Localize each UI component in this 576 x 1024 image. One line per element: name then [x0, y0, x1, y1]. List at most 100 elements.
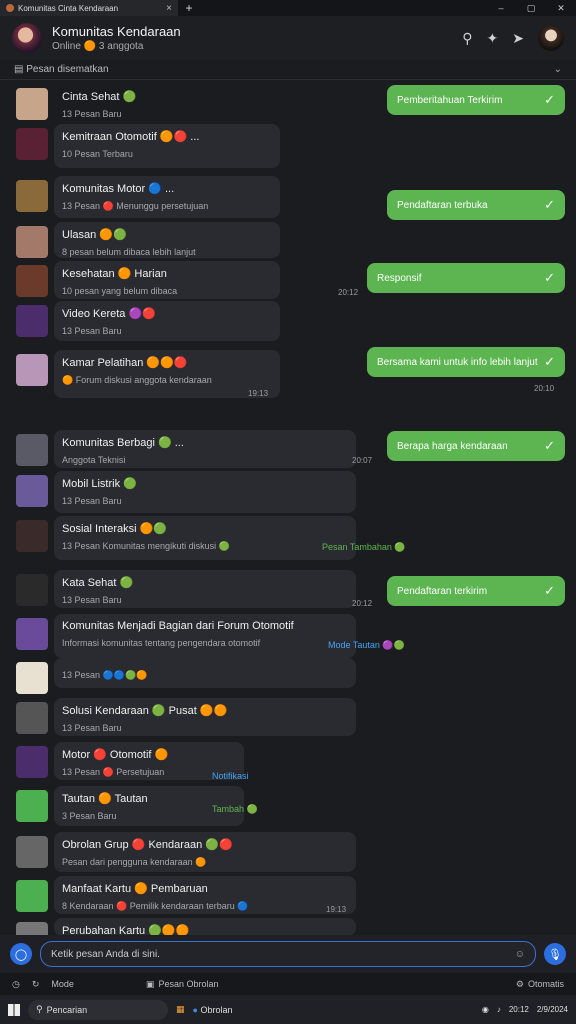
incoming-message[interactable]: Komunitas Menjadi Bagian dari Forum Otom…: [54, 614, 356, 658]
attach-button[interactable]: ◯: [10, 943, 32, 965]
apps-icon[interactable]: ▦: [176, 1004, 185, 1015]
browser-tab[interactable]: Komunitas Cinta Kendaraan ×: [0, 0, 178, 16]
outgoing-message[interactable]: Pendaftaran terkirim ✓: [387, 576, 565, 606]
sender-avatar[interactable]: [16, 702, 48, 734]
outgoing-message[interactable]: Responsif ✓: [367, 263, 565, 293]
windows-start-icon[interactable]: [8, 1003, 20, 1016]
message-preview: 13 Pesan 🔵🔵🟢🟠: [62, 670, 148, 680]
search-icon[interactable]: ⚲: [462, 30, 472, 47]
emoji-icon[interactable]: ☺: [515, 949, 525, 960]
mic-button[interactable]: 🎙: [544, 943, 566, 965]
sender-avatar[interactable]: [16, 746, 48, 778]
tab-title: Komunitas Cinta Kendaraan: [18, 3, 119, 13]
sender-avatar[interactable]: [16, 618, 48, 650]
toolbar-mode[interactable]: Mode: [51, 979, 74, 989]
taskbar-search[interactable]: ⚲ Pencarian: [28, 999, 168, 1020]
incoming-message[interactable]: Kamar Pelatihan 🟠🟠🔴 🟠 Forum diskusi anggo…: [54, 350, 280, 398]
minimize-button[interactable]: –: [486, 3, 516, 14]
message-preview: Pesan dari pengguna kendaraan 🟠: [62, 857, 207, 867]
message-time: 20:07: [352, 456, 373, 465]
tab-close-icon[interactable]: ×: [166, 3, 172, 14]
pinned-bar[interactable]: ▤ Pesan disematkan ⌄: [0, 60, 576, 80]
maximize-button[interactable]: ▢: [516, 3, 546, 14]
sender-avatar[interactable]: [16, 880, 48, 912]
incoming-message[interactable]: Mobil Listrik 🟢 13 Pesan Baru: [54, 471, 356, 513]
pin-icon: ▤: [14, 64, 27, 75]
outgoing-text: Pendaftaran terbuka: [397, 199, 488, 211]
message-preview: Anggota Teknisi: [62, 455, 126, 465]
sender-name: Kata Sehat 🟢: [62, 577, 134, 589]
outgoing-message[interactable]: Berapa harga kendaraan ✓: [387, 431, 565, 461]
close-window-button[interactable]: ✕: [546, 3, 576, 14]
profile-avatar[interactable]: [538, 25, 564, 51]
sender-name: Motor 🔴 Otomotif 🟠: [62, 749, 169, 761]
pinned-text: Pesan disematkan: [26, 64, 109, 75]
incoming-message[interactable]: Video Kereta 🟣🔴 13 Pesan Baru: [54, 301, 280, 341]
incoming-message[interactable]: Kata Sehat 🟢 13 Pesan Baru: [54, 570, 356, 608]
new-tab-button[interactable]: +: [178, 1, 200, 15]
outgoing-text: Bersama kami untuk info lebih lanjut: [377, 356, 538, 368]
message-time: 19:13: [248, 389, 269, 398]
toolbar-chat[interactable]: ▣ Pesan Obrolan: [146, 979, 219, 990]
sender-avatar[interactable]: [16, 226, 48, 258]
message-input[interactable]: Ketik pesan Anda di sini. ☺: [40, 941, 536, 967]
incoming-message[interactable]: Solusi Kendaraan 🟢 Pusat 🟠🟠 13 Pesan Baru: [54, 698, 356, 736]
message-preview: 8 pesan belum dibaca lebih lanjut: [62, 247, 196, 257]
incoming-message[interactable]: Kesehatan 🟠 Harian 10 pesan yang belum di…: [54, 261, 280, 299]
volume-icon[interactable]: ♪: [497, 1005, 501, 1014]
incoming-message[interactable]: Cinta Sehat 🟢 13 Pesan Baru: [54, 84, 224, 122]
outgoing-text: Berapa harga kendaraan: [397, 440, 508, 452]
incoming-message[interactable]: Kemitraan Otomotif 🟠🔴 ... 10 Pesan Terbar…: [54, 124, 280, 168]
sender-name: Manfaat Kartu 🟠 Pembaruan: [62, 883, 208, 895]
composer-bar: ◯ Ketik pesan Anda di sini. ☺ 🎙: [0, 935, 576, 973]
chevron-down-icon[interactable]: ⌄: [554, 64, 562, 75]
clock-time[interactable]: 20:12: [509, 1005, 529, 1014]
taskbar-app[interactable]: ● Obrolan: [193, 1005, 233, 1015]
side-note: Mode Tautan 🟣🟢: [328, 640, 405, 650]
incoming-message[interactable]: Komunitas Motor 🔵 ... 13 Pesan 🔴 Menunggu…: [54, 176, 280, 218]
share-icon[interactable]: ✦: [487, 30, 499, 47]
wifi-icon[interactable]: ◉: [482, 1005, 489, 1014]
incoming-message[interactable]: Obrolan Grup 🔴 Kendaraan 🟢🔴 Pesan dari pe…: [54, 832, 356, 872]
sender-name: Kamar Pelatihan 🟠🟠🔴: [62, 357, 188, 369]
sender-avatar[interactable]: [16, 88, 48, 120]
sender-avatar[interactable]: [16, 305, 48, 337]
side-note: Pesan Tambahan 🟢: [322, 542, 406, 552]
sender-avatar[interactable]: [16, 790, 48, 822]
outgoing-text: Pendaftaran terkirim: [397, 585, 488, 597]
mic-icon: 🎙: [548, 948, 562, 961]
sender-name: Kemitraan Otomotif 🟠🔴 ...: [62, 131, 200, 143]
sender-avatar[interactable]: [16, 128, 48, 160]
forward-icon[interactable]: ➤: [512, 30, 524, 47]
clock-icon[interactable]: ◷: [12, 979, 20, 990]
group-avatar[interactable]: [12, 23, 42, 53]
incoming-message[interactable]: Ulasan 🟠🟢 8 pesan belum dibaca lebih lanj…: [54, 222, 280, 258]
incoming-message[interactable]: Komunitas Berbagi 🟢 ... Anggota Teknisi: [54, 430, 356, 468]
sender-avatar[interactable]: [16, 265, 48, 297]
side-note: Notifikasi: [212, 771, 249, 781]
outgoing-message[interactable]: Pendaftaran terbuka ✓: [387, 190, 565, 220]
outgoing-text: Responsif: [377, 272, 422, 284]
message-preview: 13 Pesan Baru: [62, 326, 122, 336]
outgoing-message[interactable]: Bersama kami untuk info lebih lanjut ✓: [367, 347, 565, 377]
incoming-message[interactable]: Manfaat Kartu 🟠 Pembaruan 8 Kendaraan 🔴 P…: [54, 876, 356, 914]
outgoing-message[interactable]: Pemberitahuan Terkirim ✓: [387, 85, 565, 115]
message-preview: 🟠 Forum diskusi anggota kendaraan: [62, 375, 212, 385]
clock-date[interactable]: 2/9/2024: [537, 1005, 568, 1014]
sender-avatar[interactable]: [16, 180, 48, 212]
incoming-message[interactable]: Sosial Interaksi 🟠🟢 13 Pesan Komunitas me…: [54, 516, 356, 560]
toolbar-auto[interactable]: ⚙ Otomatis: [516, 979, 564, 990]
sender-avatar[interactable]: [16, 434, 48, 466]
incoming-message[interactable]: 13 Pesan 🔵🔵🟢🟠: [54, 658, 356, 688]
chat-title: Komunitas Kendaraan: [52, 24, 181, 39]
sender-avatar[interactable]: [16, 475, 48, 507]
taskbar: ⚲ Pencarian ▦ ● Obrolan ◉ ♪ 20:12 2/9/20…: [0, 995, 576, 1024]
sender-avatar[interactable]: [16, 836, 48, 868]
sender-avatar[interactable]: [16, 662, 48, 694]
sender-avatar[interactable]: [16, 354, 48, 386]
incoming-message[interactable]: Perubahan Kartu 🟢🟠🟠: [54, 918, 356, 937]
refresh-icon[interactable]: ↻: [32, 979, 40, 990]
window-icon: ▣: [145, 978, 155, 989]
sender-avatar[interactable]: [16, 574, 48, 606]
sender-avatar[interactable]: [16, 520, 48, 552]
